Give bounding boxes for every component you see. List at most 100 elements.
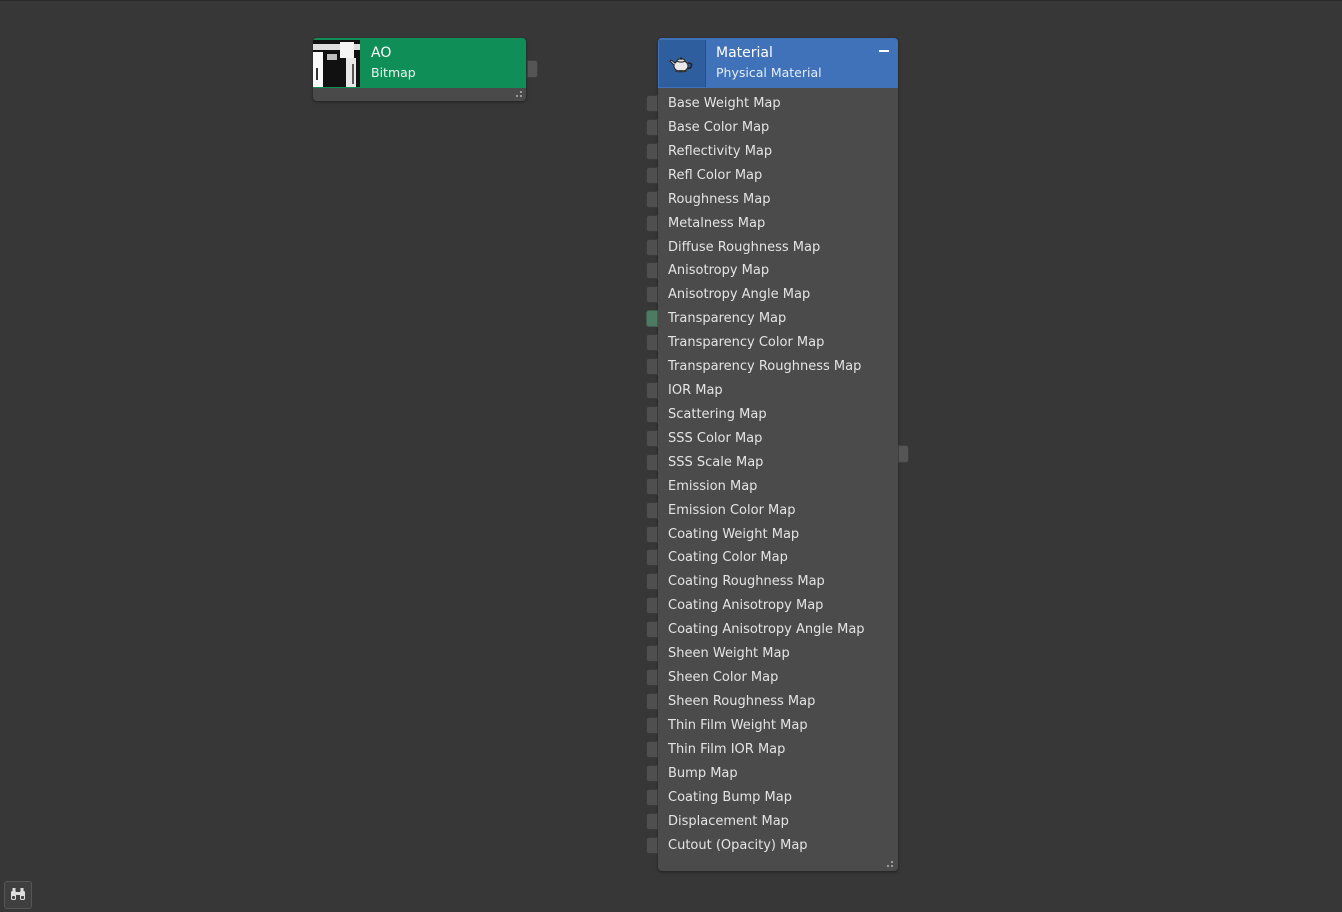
- material-slot[interactable]: Coating Color Map: [646, 546, 898, 570]
- material-output-port[interactable]: [898, 445, 909, 463]
- slot-input-port[interactable]: [646, 142, 658, 160]
- binoculars-button[interactable]: [4, 881, 32, 909]
- material-slot[interactable]: Base Weight Map: [646, 92, 898, 116]
- material-slot[interactable]: Sheen Color Map: [646, 666, 898, 690]
- slot-label: Scattering Map: [668, 406, 767, 422]
- material-slot[interactable]: Coating Anisotropy Angle Map: [646, 618, 898, 642]
- slot-input-port[interactable]: [646, 118, 658, 136]
- material-slot[interactable]: Scattering Map: [646, 403, 898, 427]
- material-slot[interactable]: Metalness Map: [646, 212, 898, 236]
- node-editor-canvas[interactable]: AO Bitmap Material Physical Material Bas…: [0, 0, 1342, 912]
- slot-input-port[interactable]: [646, 382, 658, 400]
- slot-input-port[interactable]: [646, 621, 658, 639]
- slot-label: Coating Color Map: [668, 550, 788, 566]
- slot-input-port[interactable]: [646, 597, 658, 615]
- slot-input-port[interactable]: [646, 788, 658, 806]
- ao-bitmap-node[interactable]: AO Bitmap: [313, 38, 526, 101]
- slot-label: Base Weight Map: [668, 96, 781, 111]
- slot-input-port[interactable]: [646, 190, 658, 208]
- material-slot[interactable]: Coating Bump Map: [646, 786, 898, 810]
- slot-label: Cutout (Opacity) Map: [668, 837, 808, 853]
- material-node-title: Material: [716, 45, 773, 61]
- slot-input-port[interactable]: [646, 262, 658, 280]
- material-slot[interactable]: Base Color Map: [646, 116, 898, 140]
- material-slot[interactable]: Cutout (Opacity) Map: [646, 834, 898, 858]
- material-slot[interactable]: Sheen Weight Map: [646, 642, 898, 666]
- slot-input-port[interactable]: [646, 334, 658, 352]
- slot-label: Coating Weight Map: [668, 526, 800, 542]
- slot-label: Sheen Weight Map: [668, 646, 790, 662]
- ao-node-title: AO: [371, 45, 392, 61]
- material-slot[interactable]: SSS Scale Map: [646, 451, 898, 475]
- slot-input-port[interactable]: [646, 238, 658, 256]
- binoculars-icon: [10, 886, 26, 905]
- material-slot[interactable]: Coating Weight Map: [646, 523, 898, 547]
- slot-label: SSS Color Map: [668, 430, 763, 446]
- slot-label: Refl Color Map: [668, 167, 763, 183]
- ao-node-header[interactable]: AO Bitmap: [313, 38, 526, 88]
- slot-label: Coating Anisotropy Map: [668, 598, 824, 614]
- slot-label: Emission Color Map: [668, 502, 796, 518]
- slot-input-port[interactable]: [646, 358, 658, 376]
- material-slot[interactable]: Sheen Roughness Map: [646, 690, 898, 714]
- material-slot[interactable]: Transparency Color Map: [646, 331, 898, 355]
- slot-input-port[interactable]: [646, 764, 658, 782]
- slot-label: Reflectivity Map: [668, 143, 773, 159]
- slot-input-port[interactable]: [646, 740, 658, 758]
- slot-label: Displacement Map: [668, 813, 789, 829]
- material-slot[interactable]: SSS Color Map: [646, 427, 898, 451]
- slot-label: Transparency Color Map: [668, 335, 825, 351]
- slot-label: Metalness Map: [668, 215, 766, 231]
- slot-input-port[interactable]: [646, 95, 658, 112]
- slot-input-port[interactable]: [646, 214, 658, 232]
- material-slot[interactable]: Diffuse Roughness Map: [646, 236, 898, 260]
- resize-grip-icon[interactable]: [516, 91, 524, 99]
- slot-input-port[interactable]: [646, 429, 658, 447]
- slot-input-port[interactable]: [646, 477, 658, 495]
- material-slot[interactable]: Bump Map: [646, 762, 898, 786]
- slot-label: Coating Roughness Map: [668, 574, 825, 590]
- material-slot[interactable]: Transparency Map: [646, 307, 898, 331]
- ao-output-port[interactable]: [527, 60, 538, 78]
- teapot-icon: [659, 40, 706, 87]
- slot-input-port[interactable]: [646, 836, 658, 854]
- slot-label: Thin Film IOR Map: [668, 741, 786, 757]
- slot-input-port[interactable]: [646, 549, 658, 567]
- material-slot[interactable]: Thin Film Weight Map: [646, 714, 898, 738]
- material-slot[interactable]: Coating Anisotropy Map: [646, 594, 898, 618]
- slot-label: Base Color Map: [668, 119, 770, 135]
- material-slot[interactable]: Coating Roughness Map: [646, 570, 898, 594]
- slot-input-port[interactable]: [646, 286, 658, 304]
- material-slot[interactable]: Anisotropy Angle Map: [646, 283, 898, 307]
- slot-input-port[interactable]: [646, 716, 658, 734]
- material-slot[interactable]: Reflectivity Map: [646, 140, 898, 164]
- slot-input-port[interactable]: [646, 645, 658, 663]
- ao-node-subtitle: Bitmap: [371, 65, 416, 80]
- material-node-header[interactable]: Material Physical Material: [658, 38, 898, 88]
- material-node[interactable]: Material Physical Material Base Weight M…: [646, 38, 898, 871]
- slot-input-port[interactable]: [646, 693, 658, 710]
- resize-grip-icon[interactable]: [887, 861, 895, 869]
- slot-input-port[interactable]: [646, 812, 658, 830]
- slot-input-port[interactable]: [646, 453, 658, 471]
- slot-input-port[interactable]: [646, 405, 658, 423]
- material-slot[interactable]: Transparency Roughness Map: [646, 355, 898, 379]
- slot-label: Roughness Map: [668, 191, 771, 207]
- material-slot[interactable]: Refl Color Map: [646, 164, 898, 188]
- material-slot[interactable]: Anisotropy Map: [646, 259, 898, 283]
- material-slot[interactable]: Thin Film IOR Map: [646, 738, 898, 762]
- material-slot[interactable]: Displacement Map: [646, 810, 898, 834]
- material-slot[interactable]: IOR Map: [646, 379, 898, 403]
- slot-input-port[interactable]: [646, 669, 658, 687]
- slot-input-port[interactable]: [646, 166, 658, 184]
- slot-input-port[interactable]: [646, 310, 658, 328]
- slot-input-port[interactable]: [646, 573, 658, 591]
- material-slot[interactable]: Roughness Map: [646, 188, 898, 212]
- collapse-minus-icon[interactable]: [877, 43, 891, 57]
- material-slot[interactable]: Emission Map: [646, 475, 898, 499]
- slot-label: Transparency Roughness Map: [668, 359, 862, 375]
- material-slot[interactable]: Emission Color Map: [646, 499, 898, 523]
- material-node-subtitle: Physical Material: [716, 65, 822, 80]
- slot-input-port[interactable]: [646, 525, 658, 543]
- slot-input-port[interactable]: [646, 501, 658, 519]
